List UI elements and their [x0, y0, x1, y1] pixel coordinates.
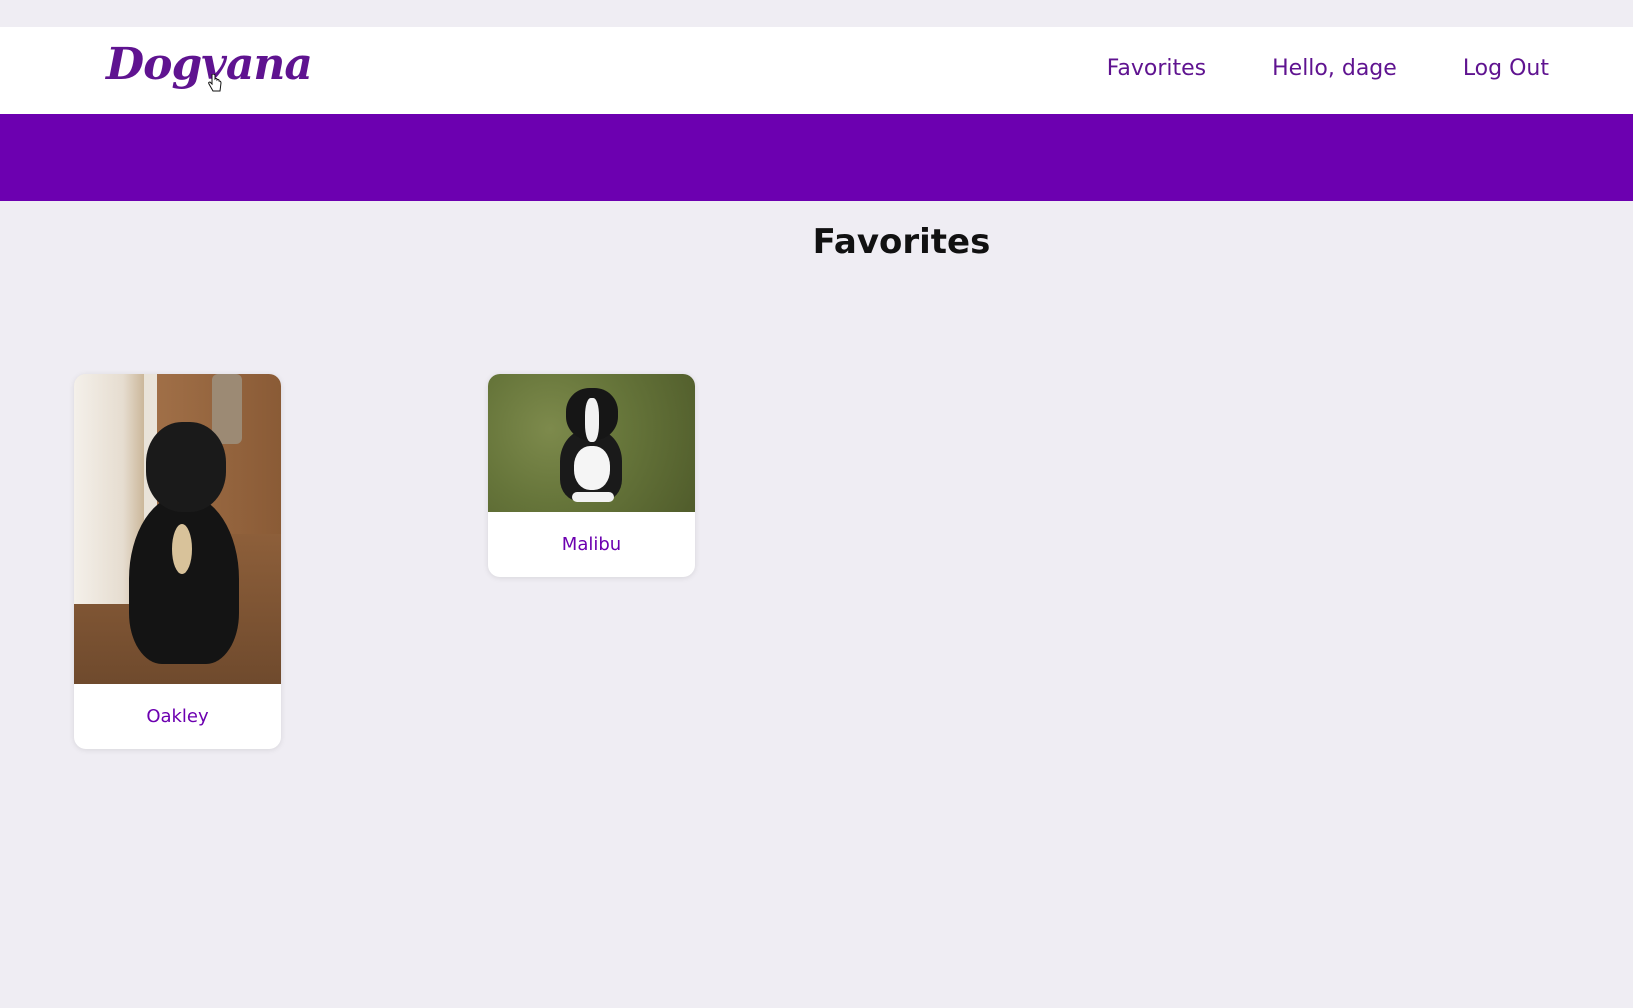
- dog-blaze: [585, 398, 599, 442]
- nav-link-user-greeting[interactable]: Hello, dage: [1272, 56, 1397, 81]
- dog-card-malibu[interactable]: Malibu: [488, 374, 695, 577]
- hand-cursor-icon: [208, 74, 222, 92]
- dog-photo: [488, 374, 695, 512]
- purple-banner: [0, 114, 1633, 201]
- photo-basket: [212, 374, 242, 444]
- dog-name: Oakley: [146, 706, 209, 727]
- dog-photo: [74, 374, 281, 684]
- nav-link-favorites[interactable]: Favorites: [1107, 56, 1206, 81]
- dog-chest: [172, 524, 192, 574]
- dog-paws: [572, 492, 614, 502]
- dog-head: [146, 422, 226, 512]
- nav-link-log-out[interactable]: Log Out: [1463, 56, 1549, 81]
- top-strip: [0, 0, 1633, 27]
- dog-name: Malibu: [561, 534, 622, 555]
- navbar: Dogvana Favorites Hello, dage Log Out: [0, 27, 1633, 114]
- dog-chest: [574, 446, 610, 490]
- dog-card-oakley[interactable]: Oakley: [74, 374, 281, 749]
- dog-body: [129, 494, 239, 664]
- nav-links: Favorites Hello, dage Log Out: [1107, 56, 1549, 81]
- page-title: Favorites: [812, 222, 991, 262]
